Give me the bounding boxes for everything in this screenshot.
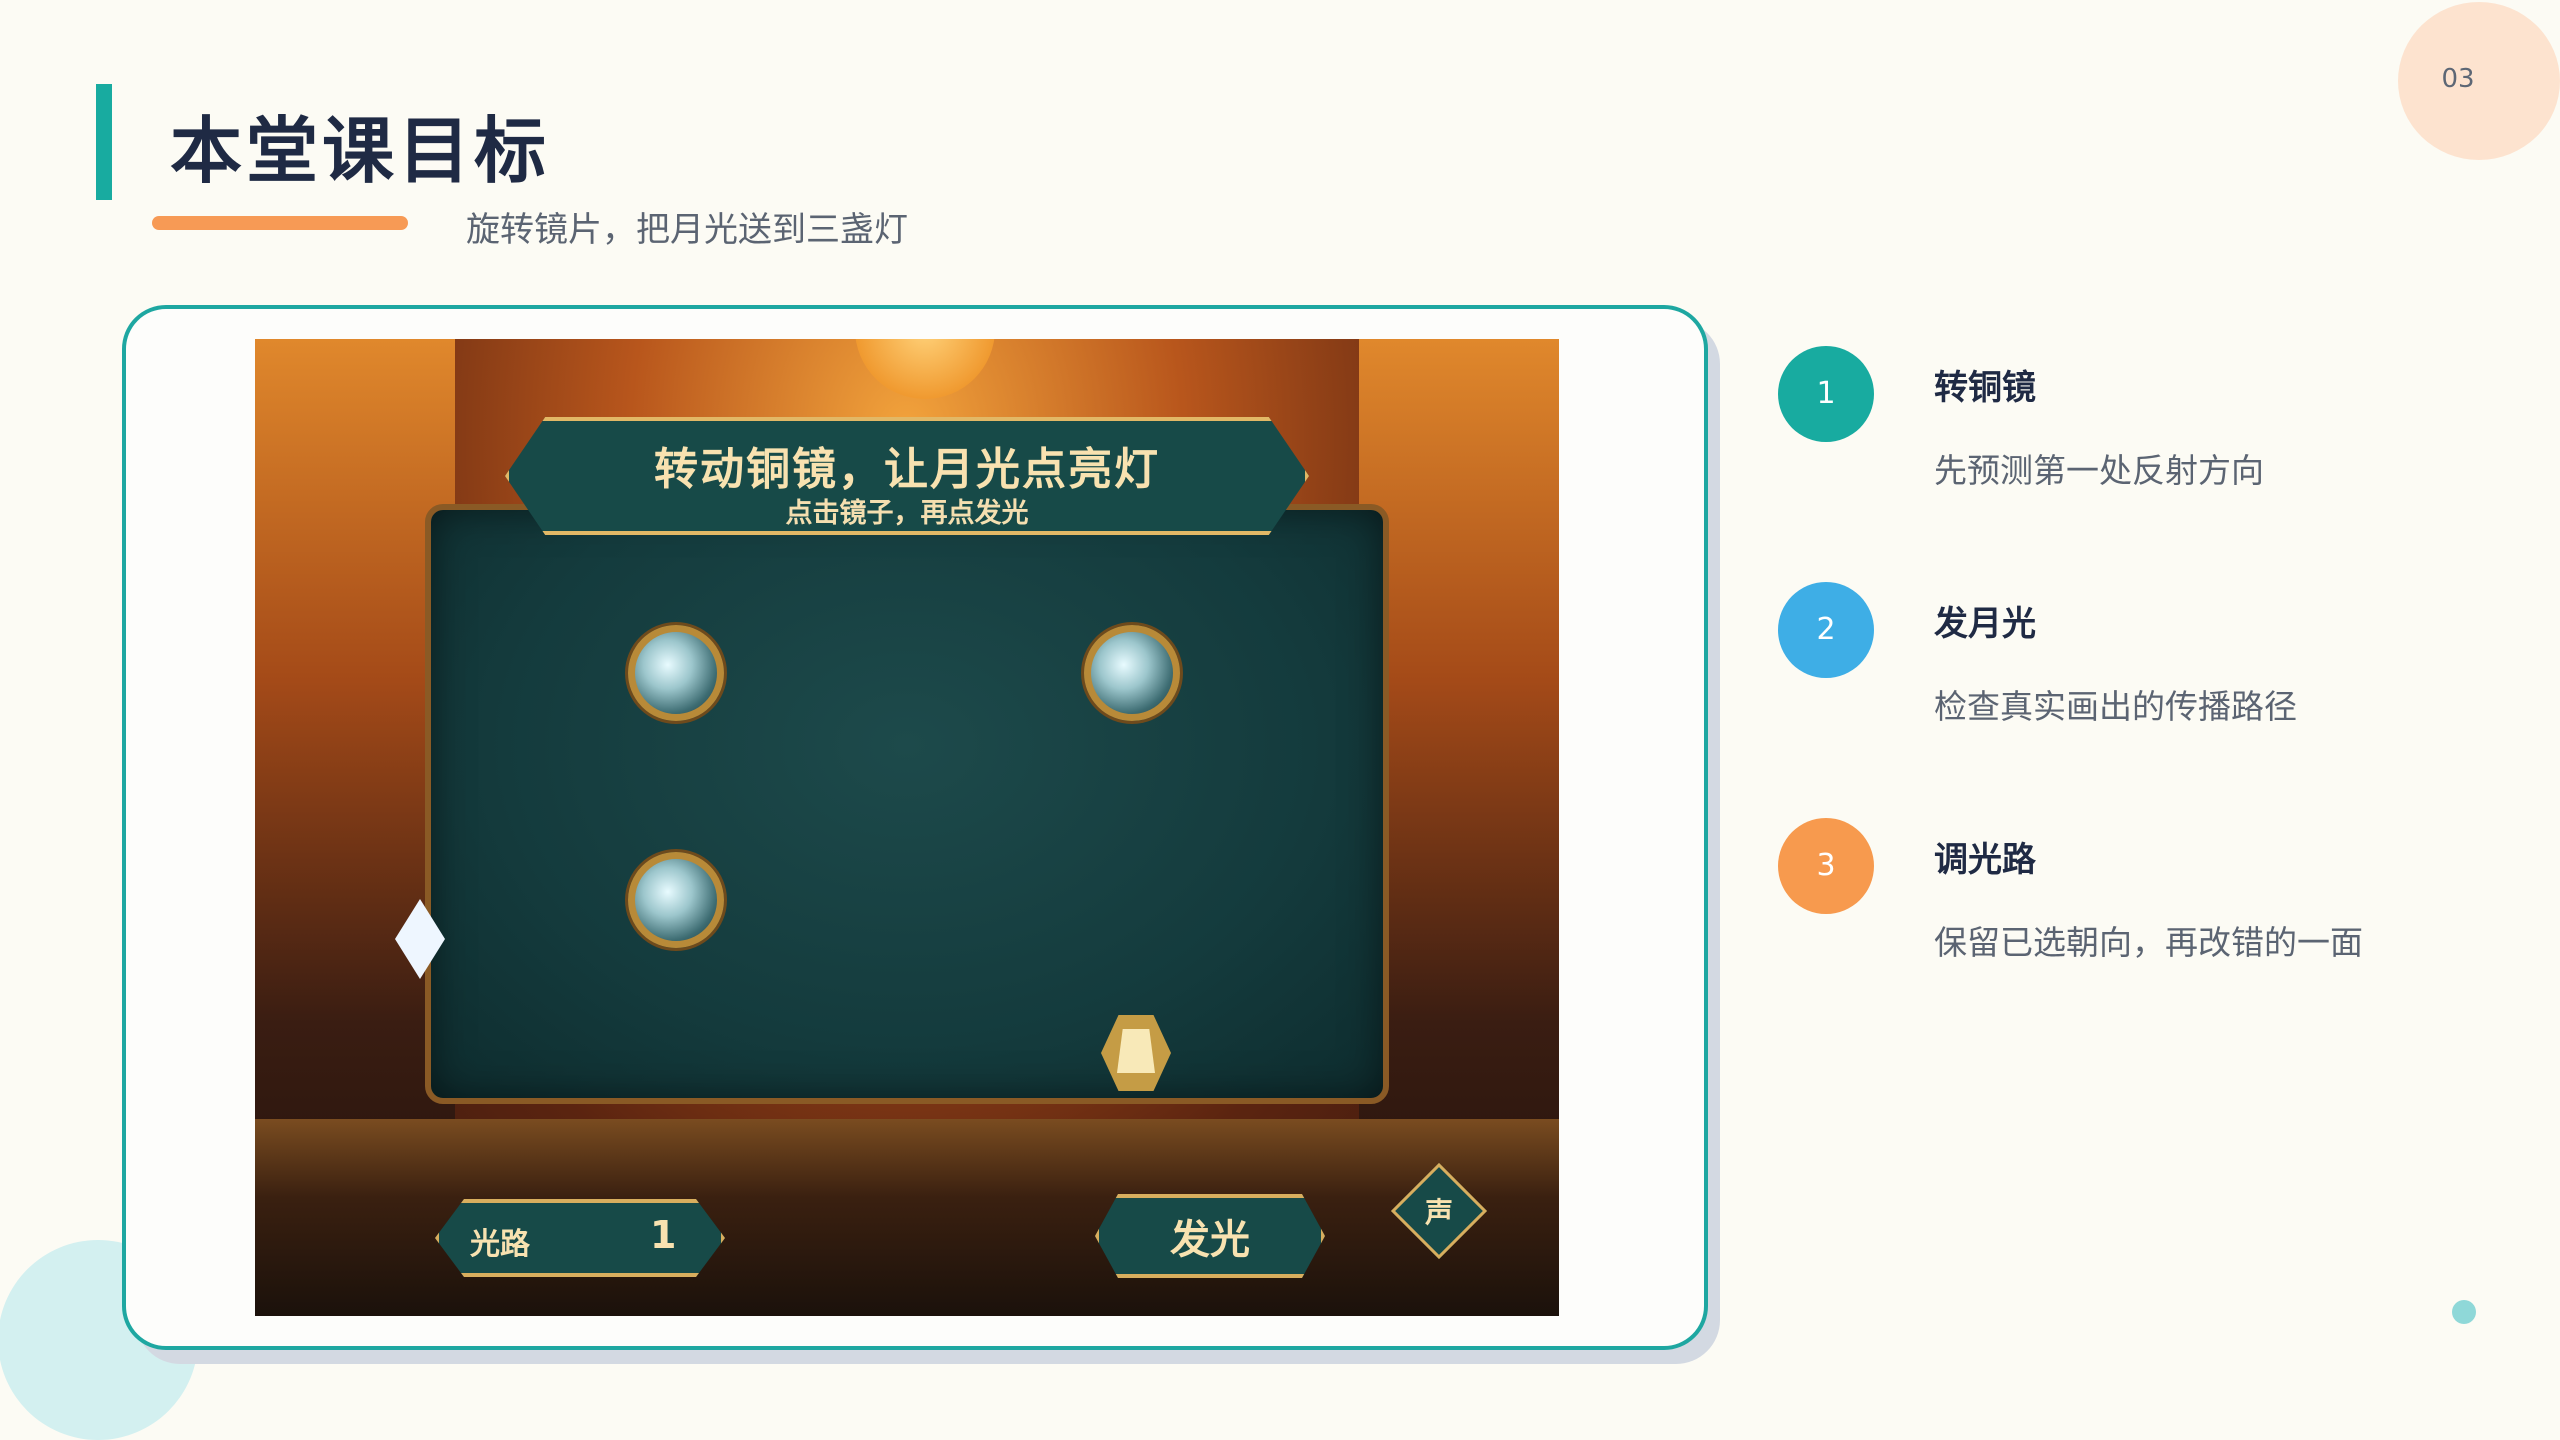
bronze-mirror-icon[interactable] [628,625,724,721]
game-banner-title: 转动铜镜，让月光点亮灯 [654,444,1160,495]
path-counter-label: 光路 [470,1227,530,1262]
title-underline [152,216,408,230]
game-board[interactable] [425,504,1389,1104]
step-description: 先预测第一处反射方向 [1934,451,2264,490]
emit-light-button-label[interactable]: 发光 [1095,1207,1325,1265]
step-title: 发月光 [1934,604,2036,644]
step-number-badge: 2 [1778,582,1874,678]
page-subtitle: 旋转镜片，把月光送到三盏灯 [466,210,908,250]
step-title: 调光路 [1934,840,2036,880]
game-banner-subtitle: 点击镜子，再点发光 [785,498,1029,529]
sound-toggle-label[interactable]: 声 [1417,1191,1461,1231]
bronze-mirror-icon[interactable] [1084,625,1180,721]
step-title: 转铜镜 [1934,368,2036,408]
bronze-mirror-icon[interactable] [628,852,724,948]
step-description: 检查真实画出的传播路径 [1934,687,2297,726]
game-screenshot[interactable]: 转动铜镜，让月光点亮灯 点击镜子，再点发光 光路 1 发光 声 [255,339,1559,1316]
page-number: 03 [2441,64,2475,94]
lamp-glow [1117,1029,1155,1073]
title-accent-bar [96,84,112,200]
decorative-dot [2452,1300,2476,1324]
step-description: 保留已选朝向，再改错的一面 [1934,923,2363,962]
path-counter-value: 1 [650,1213,677,1257]
step-number-badge: 1 [1778,346,1874,442]
moon-icon [855,339,995,399]
page-title: 本堂课目标 [170,109,551,193]
step-number-badge: 3 [1778,818,1874,914]
